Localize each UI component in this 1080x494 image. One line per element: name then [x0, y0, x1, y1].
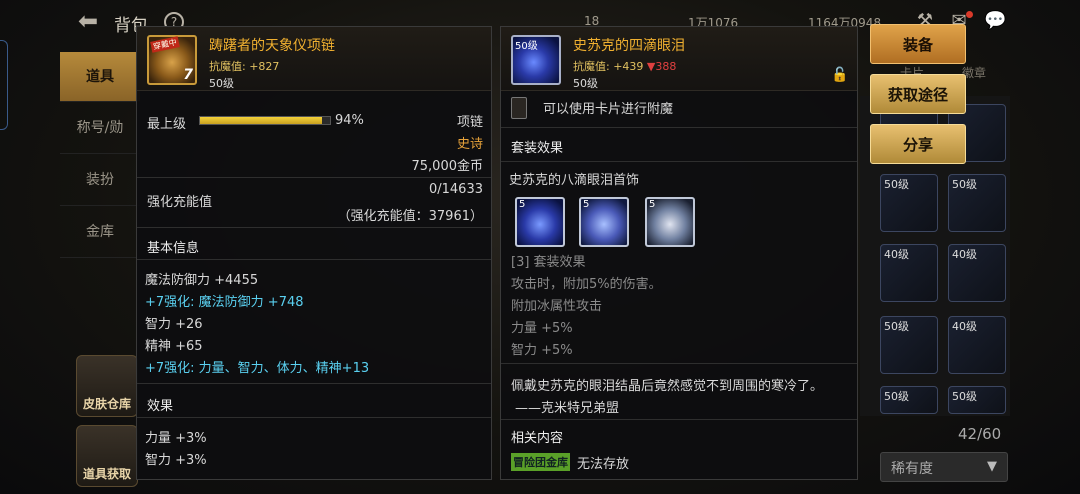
- charge-label: 强化充能值: [147, 195, 213, 210]
- set-name: 史苏克的八滴眼泪首饰: [509, 173, 640, 188]
- inventory-slot[interactable]: 40级: [948, 244, 1006, 302]
- inventory-slot[interactable]: 50级: [880, 386, 938, 414]
- divider: [137, 383, 491, 384]
- set-piece-icon[interactable]: 5: [515, 197, 565, 247]
- tab-avatar[interactable]: 装扮: [60, 154, 140, 206]
- item-stat: 抗魔值: +439 ▼388: [573, 60, 677, 73]
- item-name: 史苏克的四滴眼泪: [573, 38, 685, 54]
- item-rarity: 史诗: [456, 137, 483, 152]
- grade-bar-fill: [200, 117, 323, 124]
- divider: [137, 259, 491, 260]
- effect-line: 力量 +3%: [145, 431, 207, 446]
- item-price: 75,000金币: [411, 159, 484, 174]
- basic-line: 魔法防御力 +4455: [145, 273, 259, 288]
- set-effect-title: [3] 套装效果: [511, 255, 586, 270]
- inventory-slot[interactable]: 50级: [880, 316, 938, 374]
- inventory-slot[interactable]: 50级: [948, 386, 1006, 414]
- equipped-badge: 穿戴中: [150, 36, 180, 53]
- set-piece-icon[interactable]: 5: [579, 197, 629, 247]
- set-line: 攻击时，附加5%的伤害。: [511, 277, 662, 292]
- inventory-slot[interactable]: 40级: [948, 316, 1006, 374]
- chevron-down-icon: ▼: [987, 459, 997, 474]
- equip-button[interactable]: 装备: [870, 24, 966, 64]
- lock-icon[interactable]: 🔓: [831, 67, 848, 83]
- tooltip-header: 50级 史苏克的四滴眼泪 抗魔值: +439 ▼388 50级 🔓: [501, 27, 857, 91]
- share-button[interactable]: 分享: [870, 124, 966, 164]
- charge-sub: （强化充能值：37961）: [337, 209, 483, 224]
- flavor-author: ——克米特兄弟盟: [515, 401, 620, 416]
- set-piece-icon[interactable]: 5: [645, 197, 695, 247]
- inventory-slot[interactable]: 40级: [880, 244, 938, 302]
- obtain-method-button[interactable]: 获取途径: [870, 74, 966, 114]
- rarity-label: 稀有度: [891, 461, 933, 477]
- item-acquire-label: 道具获取: [82, 467, 131, 481]
- inventory-slot[interactable]: 50级: [948, 174, 1006, 232]
- grade-bar: [199, 116, 331, 125]
- tab-vault[interactable]: 金库: [60, 206, 140, 258]
- basic-line: +7强化: 魔法防御力 +748: [145, 295, 304, 310]
- divider: [137, 417, 491, 418]
- related-text: 无法存放: [577, 457, 630, 472]
- divider: [137, 177, 491, 178]
- skin-storage-label: 皮肤仓库: [82, 397, 131, 411]
- basic-line: +7强化: 力量、智力、体力、精神+13: [145, 361, 370, 376]
- necklace-icon: 穿戴中 7: [147, 35, 197, 85]
- basic-line: 智力 +26: [145, 317, 203, 332]
- effect-header: 效果: [147, 399, 174, 414]
- stat-decrease: ▼388: [646, 60, 677, 73]
- reinforce-level: 7: [183, 67, 193, 83]
- item-type: 项链: [456, 115, 483, 130]
- grade-label: 最上级: [147, 117, 187, 132]
- basic-line: 精神 +65: [145, 339, 203, 354]
- equipped-item-tooltip: 穿戴中 7 踌躇者的天象仪项链 抗魔值: +827 50级 最上级 94% 项链…: [136, 26, 492, 480]
- item-stat: 抗魔值: +827: [209, 60, 280, 73]
- divider: [137, 227, 491, 228]
- item-level: 50级: [209, 77, 234, 90]
- set-effect-header: 套装效果: [511, 141, 564, 156]
- tear-gem-icon: 50级: [511, 35, 561, 85]
- set-line: 智力 +5%: [511, 343, 573, 358]
- back-arrow-icon[interactable]: ⬅: [78, 9, 104, 34]
- item-acquire-button[interactable]: 道具获取: [76, 425, 138, 487]
- notification-dot: [966, 11, 973, 18]
- guild-vault-tag: 冒险团金库: [511, 453, 570, 471]
- tab-titles[interactable]: 称号/勋: [60, 102, 140, 154]
- left-drawer-handle[interactable]: [0, 40, 8, 130]
- card-slot-icon: [511, 97, 527, 119]
- item-name: 踌躇者的天象仪项链: [209, 38, 335, 54]
- divider: [501, 127, 857, 128]
- effect-line: 智力 +3%: [145, 453, 207, 468]
- card-enchant-text: 可以使用卡片进行附魔: [543, 102, 674, 117]
- icon-level-tag: 50级: [515, 41, 538, 52]
- compare-item-tooltip: 50级 史苏克的四滴眼泪 抗魔值: +439 ▼388 50级 🔓 可以使用卡片…: [500, 26, 858, 480]
- rarity-dropdown[interactable]: 稀有度 ▼: [880, 452, 1008, 482]
- tooltip-header: 穿戴中 7 踌躇者的天象仪项链 抗魔值: +827 50级: [137, 27, 491, 91]
- skin-storage-button[interactable]: 皮肤仓库: [76, 355, 138, 417]
- tab-items[interactable]: 道具: [60, 52, 140, 102]
- divider: [501, 419, 857, 420]
- flavor-text: 佩戴史苏克的眼泪结晶后竟然感觉不到周围的寒冷了。: [511, 379, 824, 394]
- set-line: 力量 +5%: [511, 321, 573, 336]
- charge-value: 0/14633: [428, 182, 483, 197]
- basic-info-header: 基本信息: [147, 241, 200, 256]
- related-header: 相关内容: [511, 431, 564, 446]
- divider: [501, 161, 857, 162]
- inventory-count: 42/60: [958, 425, 1002, 443]
- side-tabs: 道具 称号/勋 装扮 金库: [60, 52, 140, 258]
- item-level: 50级: [573, 77, 598, 90]
- grade-percent: 94%: [335, 113, 364, 128]
- set-line: 附加冰属性攻击: [511, 299, 603, 314]
- inventory-slot[interactable]: 50级: [880, 174, 938, 232]
- divider: [501, 363, 857, 364]
- chat-icon[interactable]: 💬: [984, 12, 1006, 32]
